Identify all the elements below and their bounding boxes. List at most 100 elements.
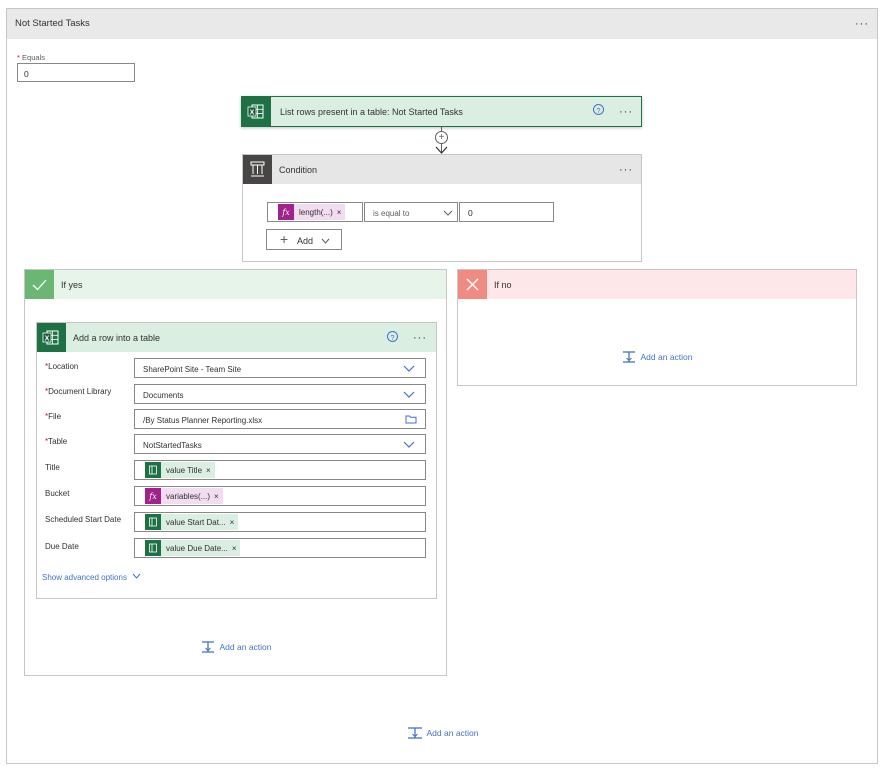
- operator-value: is equal to: [373, 209, 410, 218]
- fx-icon: fx: [278, 204, 294, 220]
- help-icon[interactable]: ?: [593, 104, 604, 115]
- connector-arrow-icon: [435, 146, 448, 154]
- chevron-down-icon: [403, 365, 415, 372]
- token-label: length(...): [299, 207, 333, 217]
- excel-token-icon: [145, 514, 161, 530]
- title-input[interactable]: value Title ×: [134, 460, 426, 480]
- plus-icon: +: [280, 231, 289, 247]
- list-rows-card[interactable]: X List rows present in a table: Not Star…: [241, 96, 642, 127]
- condition-left-operand[interactable]: fx length(...) ×: [267, 202, 363, 222]
- chevron-down-icon: [403, 441, 415, 448]
- add-action-label: Add an action: [640, 352, 693, 362]
- add-row-card: X Add a row into a table ? ··· *Location…: [36, 322, 437, 599]
- document-library-select[interactable]: Documents: [134, 384, 426, 404]
- location-label-text: Location: [48, 362, 79, 371]
- insert-step-plus-icon[interactable]: +: [435, 131, 448, 144]
- condition-more-menu-icon[interactable]: ···: [619, 165, 633, 176]
- svg-text:X: X: [45, 335, 50, 342]
- excel-icon: X: [242, 97, 271, 126]
- value-start-date-token[interactable]: value Start Dat... ×: [145, 514, 239, 530]
- scope-header[interactable]: Not Started Tasks ···: [7, 9, 877, 39]
- scope-more-menu-icon[interactable]: ···: [855, 19, 869, 30]
- file-label: *File: [45, 412, 61, 421]
- document-library-value: Documents: [143, 391, 184, 400]
- scheduled-start-date-input[interactable]: value Start Dat... ×: [134, 512, 426, 532]
- table-select[interactable]: NotStartedTasks: [134, 434, 426, 454]
- equals-label-text: Equals: [22, 53, 45, 62]
- checkmark-icon: [25, 270, 54, 299]
- if-no-title: If no: [494, 280, 512, 290]
- location-select[interactable]: SharePoint Site - Team Site: [134, 358, 426, 378]
- if-no-branch: If no Add an action: [457, 269, 857, 386]
- svg-text:X: X: [250, 109, 255, 116]
- if-yes-add-action-button[interactable]: Add an action: [201, 640, 272, 654]
- folder-icon[interactable]: [405, 414, 417, 424]
- add-action-label: Add an action: [219, 642, 272, 652]
- add-condition-button[interactable]: + Add: [266, 229, 342, 250]
- value-due-date-token[interactable]: value Due Date... ×: [145, 540, 241, 556]
- remove-token-icon[interactable]: ×: [337, 208, 346, 217]
- token-label: variables(...): [166, 491, 211, 501]
- remove-token-icon[interactable]: ×: [206, 466, 215, 475]
- table-label: *Table: [45, 437, 67, 446]
- list-rows-title: List rows present in a table: Not Starte…: [280, 107, 463, 117]
- document-library-label: *Document Library: [45, 387, 111, 396]
- if-no-header[interactable]: If no: [458, 270, 856, 299]
- chevron-down-icon: [403, 391, 415, 398]
- condition-header[interactable]: Condition ···: [243, 155, 641, 184]
- excel-token-icon: [145, 540, 161, 556]
- add-action-icon: [623, 351, 635, 363]
- fx-icon: fx: [145, 488, 161, 504]
- location-label: *Location: [45, 362, 78, 371]
- remove-token-icon[interactable]: ×: [214, 492, 223, 501]
- condition-right-operand[interactable]: 0: [459, 202, 554, 222]
- length-expression-token[interactable]: fx length(...) ×: [278, 204, 346, 220]
- if-yes-branch: If yes X Add a row into a table ? ··· *L…: [24, 269, 447, 676]
- remove-token-icon[interactable]: ×: [230, 518, 239, 527]
- equals-value: 0: [24, 69, 29, 79]
- add-label: Add: [297, 236, 314, 246]
- right-operand-value: 0: [468, 208, 473, 218]
- document-library-label-text: Document Library: [48, 387, 112, 396]
- chevron-down-icon: [443, 210, 453, 216]
- add-row-title: Add a row into a table: [73, 333, 161, 343]
- equals-label: * Equals: [17, 53, 45, 62]
- excel-token-icon: [145, 462, 161, 478]
- chevron-down-icon: [133, 573, 141, 579]
- condition-icon: [243, 155, 272, 184]
- bucket-label: Bucket: [45, 489, 70, 498]
- scope-title: Not Started Tasks: [15, 18, 90, 29]
- location-value: SharePoint Site - Team Site: [143, 365, 242, 374]
- add-row-more-menu-icon[interactable]: ···: [413, 333, 427, 344]
- value-title-token[interactable]: value Title ×: [145, 462, 215, 478]
- add-action-label: Add an action: [426, 728, 479, 738]
- token-label: value Due Date...: [166, 543, 228, 553]
- due-date-input[interactable]: value Due Date... ×: [134, 538, 426, 558]
- help-icon[interactable]: ?: [387, 331, 398, 342]
- condition-title: Condition: [279, 165, 318, 175]
- if-no-add-action-button[interactable]: Add an action: [622, 350, 693, 364]
- token-label: value Start Dat...: [166, 517, 226, 527]
- token-label: value Title: [166, 465, 203, 475]
- if-yes-header[interactable]: If yes: [25, 270, 446, 299]
- variables-expression-token[interactable]: fx variables(...) ×: [145, 488, 223, 504]
- file-picker[interactable]: /By Status Planner Reporting.xlsx: [134, 409, 426, 429]
- remove-token-icon[interactable]: ×: [232, 544, 241, 553]
- add-action-icon: [202, 641, 214, 653]
- condition-operator-select[interactable]: is equal to: [364, 202, 458, 222]
- file-label-text: File: [48, 412, 62, 421]
- file-value: /By Status Planner Reporting.xlsx: [143, 416, 263, 425]
- x-mark-icon: [458, 270, 487, 299]
- advanced-label: Show advanced options: [42, 573, 127, 582]
- title-label: Title: [45, 463, 60, 472]
- add-row-header[interactable]: X Add a row into a table ? ···: [37, 323, 436, 352]
- scheduled-start-date-label: Scheduled Start Date: [45, 515, 122, 524]
- if-yes-title: If yes: [61, 280, 83, 290]
- show-advanced-options-link[interactable]: Show advanced options: [42, 572, 141, 582]
- equals-input[interactable]: 0: [17, 63, 135, 82]
- table-value: NotStartedTasks: [143, 441, 202, 450]
- bucket-input[interactable]: fx variables(...) ×: [134, 486, 426, 506]
- required-marker: *: [17, 53, 20, 62]
- list-rows-more-menu-icon[interactable]: ···: [619, 107, 633, 118]
- scope-add-action-button[interactable]: Add an action: [407, 726, 479, 740]
